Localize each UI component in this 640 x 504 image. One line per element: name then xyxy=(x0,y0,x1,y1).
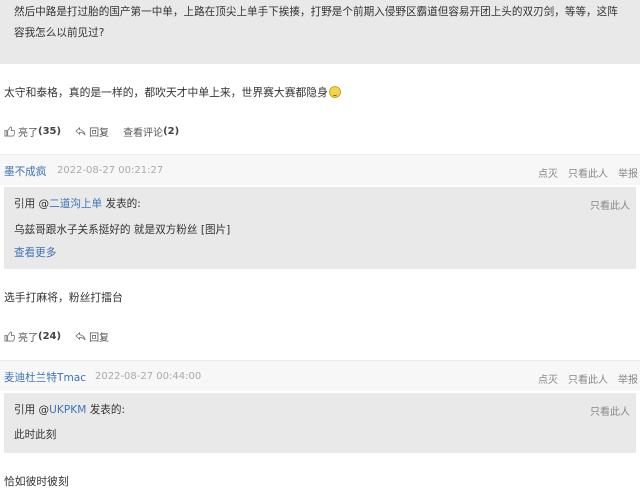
post2-header: 墨不成疯 2022-08-27 00:21:27 点灭 只看此人 举报 xyxy=(0,155,640,185)
post2-like-label: 亮了 xyxy=(18,333,38,344)
post2-quote-only-see-link[interactable]: 只看此人 xyxy=(590,197,630,212)
post1-reply-text: 太守和泰格，真的是一样的，都吹天才中单上来，世界赛大赛都隐身 xyxy=(4,86,328,99)
post3-quote-prefix: 引用 @ xyxy=(14,404,50,416)
post3-header-links: 点灭 只看此人 举报 xyxy=(538,371,638,386)
post2-see-more-link[interactable]: 查看更多 xyxy=(14,245,56,260)
post3-header: 麦迪杜兰特Tmac 2022-08-27 00:44:00 点灭 只看此人 举报 xyxy=(0,361,640,391)
post2-quote-user-link[interactable]: 二道沟上单 xyxy=(49,198,102,210)
post2-like-count: (24) xyxy=(38,331,62,342)
post3-quote-user-link[interactable]: UKPKM xyxy=(49,404,86,416)
post2-only-this-user-link[interactable]: 只看此人 xyxy=(568,165,608,180)
post2-quote-prefix: 引用 @ xyxy=(14,198,50,210)
top-quote-text: 然后中路是打过胎的国产第一中单，上路在顶尖上单手下挨揍，打野是个前期入侵野区霸道… xyxy=(14,6,618,39)
post2-report-link[interactable]: 举报 xyxy=(618,165,638,180)
post2-like-button[interactable]: 亮了 (24) xyxy=(4,329,61,344)
post2-quote-header: 引用 @二道沟上单 发表的: xyxy=(14,196,141,211)
post3-only-this-user-link[interactable]: 只看此人 xyxy=(568,371,608,386)
post3-quote-only-see-link[interactable]: 只看此人 xyxy=(590,403,630,418)
post2-reply-label: 回复 xyxy=(89,333,110,344)
post1-actions: 亮了 (35) 回复 查看评论 (2) xyxy=(4,124,193,139)
post2-quote-box: 引用 @二道沟上单 发表的: 只看此人 乌兹哥跟水子关系挺好的 就是双方粉丝 [… xyxy=(4,187,636,269)
post3-quote-suffix: 发表的: xyxy=(86,404,126,416)
thumbs-up-icon xyxy=(4,331,15,342)
reply-arrow-icon xyxy=(75,331,86,341)
post2-header-links: 点灭 只看此人 举报 xyxy=(538,165,638,180)
post3-reply: 恰如彼时彼刻 xyxy=(4,475,69,488)
post3-quote-box: 引用 @UKPKM 发表的: 只看此人 此时此刻 xyxy=(4,393,636,453)
post2-quote-body: 乌兹哥跟水子关系挺好的 就是双方粉丝 [图片] xyxy=(14,224,231,236)
post1-reply: 太守和泰格，真的是一样的，都吹天才中单上来，世界赛大赛都隐身 xyxy=(4,86,341,100)
post1-reply-button[interactable]: 回复 xyxy=(75,124,109,139)
reply-arrow-icon xyxy=(75,126,86,136)
post3-dislike-link[interactable]: 点灭 xyxy=(538,371,558,386)
post2-reply: 选手打麻将，粉丝打擂台 xyxy=(4,291,123,304)
post3-author-link[interactable]: 麦迪杜兰特Tmac xyxy=(4,370,86,385)
post3-quote-header: 引用 @UKPKM 发表的: xyxy=(14,402,125,417)
post1-view-comments-button[interactable]: 查看评论 (2) xyxy=(123,124,179,139)
post1-like-count: (35) xyxy=(38,126,62,137)
post2-actions: 亮了 (24) 回复 xyxy=(4,329,123,344)
post2-quote-suffix: 发表的: xyxy=(102,198,141,210)
top-quote-box: 然后中路是打过胎的国产第一中单，上路在顶尖上单手下挨揍，打野是个前期入侵野区霸道… xyxy=(0,0,640,64)
grinning-sweat-emoji-icon xyxy=(328,86,341,98)
post1-view-comments-label: 查看评论 xyxy=(123,128,164,139)
post1-like-button[interactable]: 亮了 (35) xyxy=(4,124,61,139)
thumbs-up-icon xyxy=(4,126,15,137)
post3-report-link[interactable]: 举报 xyxy=(618,371,638,386)
post1-like-label: 亮了 xyxy=(18,128,38,139)
post2-date: 2022-08-27 00:21:27 xyxy=(57,165,164,176)
post2-author-link[interactable]: 墨不成疯 xyxy=(4,164,46,179)
post3-date: 2022-08-27 00:44:00 xyxy=(95,371,202,382)
post2-dislike-link[interactable]: 点灭 xyxy=(538,165,558,180)
post2-reply-button[interactable]: 回复 xyxy=(75,329,109,344)
post1-reply-label: 回复 xyxy=(89,128,110,139)
post3-quote-body: 此时此刻 xyxy=(14,429,57,441)
post1-view-comments-count: (2) xyxy=(163,126,180,137)
